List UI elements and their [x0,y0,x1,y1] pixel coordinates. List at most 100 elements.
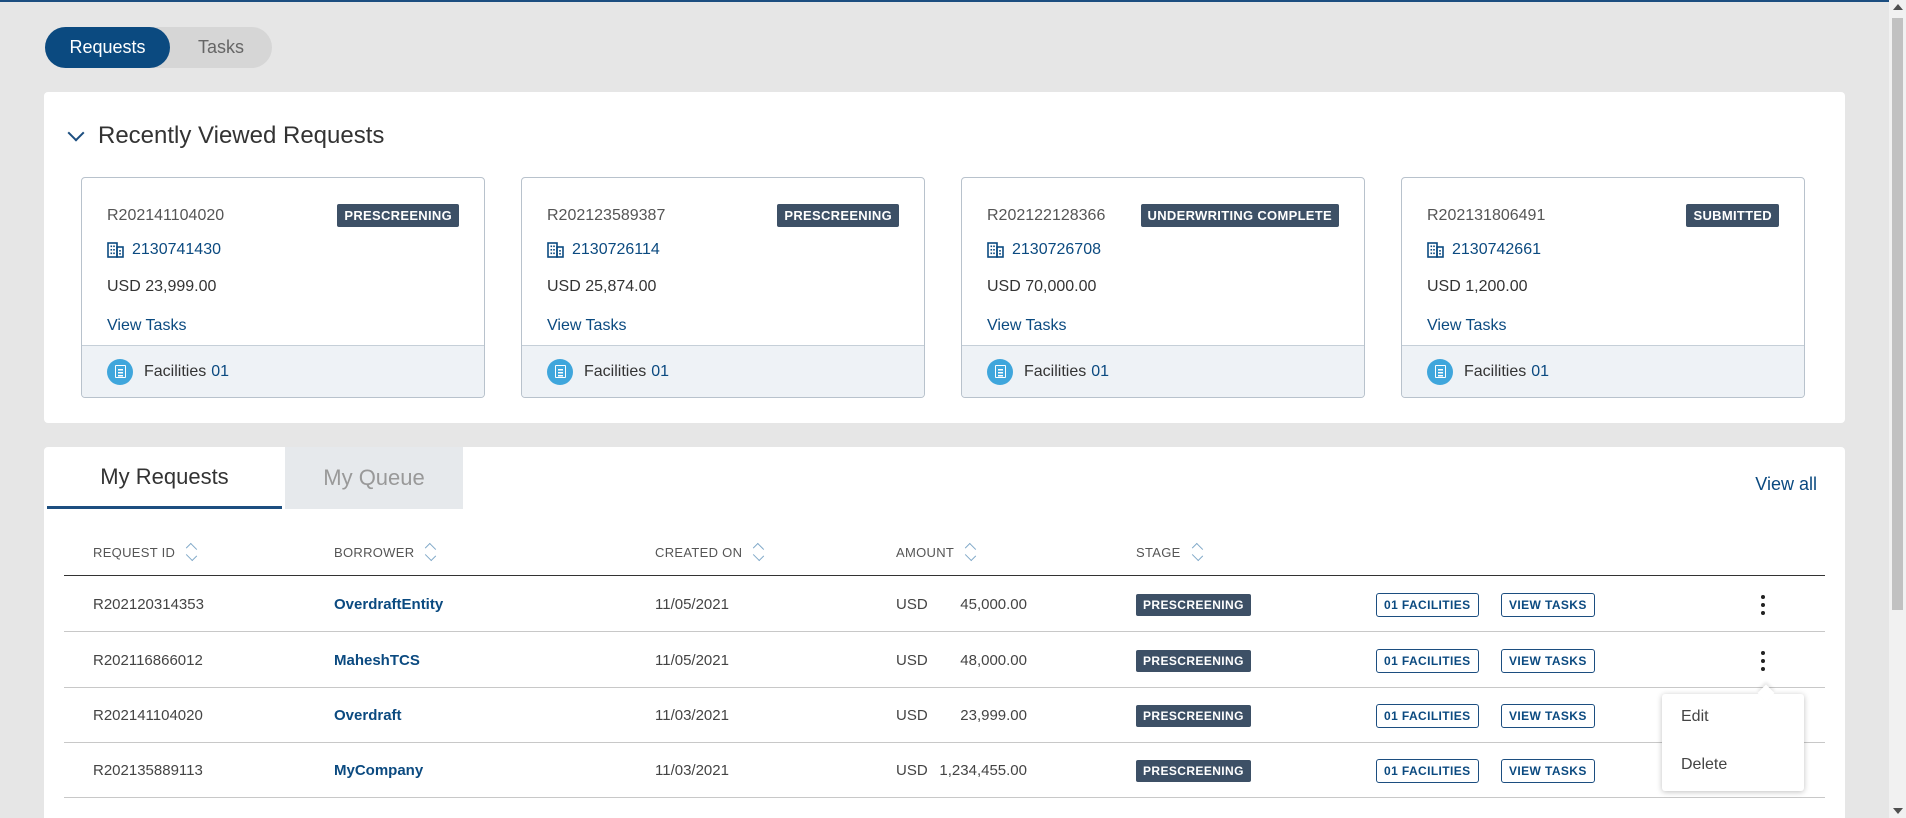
document-icon [1427,358,1453,385]
menu-item-delete[interactable]: Delete [1681,756,1727,774]
building-icon [547,242,564,258]
sort-icon[interactable] [753,542,765,562]
column-header-borrower[interactable]: BORROWER [334,542,437,562]
card-request-id: R202122128366 [987,207,1106,224]
row-amount: 23,999.00 [960,707,1027,724]
card-account-number: 2130726114 [572,241,660,258]
row-stage-badge: PRESCREENING [1136,759,1251,782]
card-facilities-footer[interactable]: Facilities 01 [522,345,924,397]
row-stage-badge: PRESCREENING [1136,704,1251,727]
scroll-up-arrow-icon[interactable] [1893,4,1903,10]
page-scrollbar[interactable] [1889,0,1906,818]
card-request-id: R202141104020 [107,207,225,224]
card-account-number: 2130742661 [1452,241,1541,258]
column-label: STAGE [1136,544,1181,560]
row-view-tasks-button[interactable]: VIEW TASKS [1501,648,1595,673]
facilities-count: 01 [211,362,230,380]
card-stage-badge: SUBMITTED [1686,204,1779,227]
view-all-link[interactable]: View all [1755,474,1817,495]
recent-request-card[interactable]: R202131806491 SUBMITTED 2130742661 USD 1… [1401,177,1805,398]
toggle-requests-button[interactable]: Requests [45,27,170,68]
scroll-down-arrow-icon[interactable] [1893,808,1903,814]
table-row[interactable]: R202116866012 MaheshTCS 11/05/2021 USD 4… [64,633,1825,688]
card-account-link[interactable]: 2130741430 [107,241,221,259]
tab-my-requests[interactable]: My Requests [47,447,282,509]
building-icon [107,242,124,258]
recently-viewed-panel: Recently Viewed Requests R202141104020 P… [44,92,1845,423]
facilities-label: Facilities [1464,362,1527,380]
card-account-number: 2130726708 [1012,241,1101,258]
menu-item-edit[interactable]: Edit [1681,708,1709,726]
row-borrower-link[interactable]: MyCompany [334,743,423,798]
row-request-id: R202141104020 [93,707,203,724]
row-currency: USD [896,652,928,669]
table-row[interactable]: R202141104020 Overdraft 11/03/2021 USD 2… [64,688,1825,743]
card-account-link[interactable]: 2130742661 [1427,241,1541,259]
row-request-id: R202135889113 [93,762,203,779]
row-amount: 48,000.00 [960,652,1027,669]
facilities-count: 01 [651,362,670,380]
sort-icon[interactable] [186,542,198,562]
table-row[interactable]: R202135889113 MyCompany 11/03/2021 USD 1… [64,743,1825,798]
table-header: REQUEST ID BORROWER CREATED ON AMOUNT ST… [64,542,1825,576]
table-row[interactable]: R202120314353 OverdraftEntity 11/05/2021… [64,577,1825,632]
tab-my-queue[interactable]: My Queue [285,447,463,509]
row-created-on: 11/03/2021 [655,707,729,724]
card-stage-badge: PRESCREENING [337,204,459,227]
sort-icon[interactable] [964,542,977,562]
column-header-amount[interactable]: AMOUNT [896,542,977,562]
card-view-tasks-link[interactable]: View Tasks [1427,317,1506,335]
row-facilities-button[interactable]: 01 FACILITIES [1376,592,1479,617]
card-amount: USD 1,200.00 [1427,278,1528,295]
row-stage-badge: PRESCREENING [1136,593,1251,616]
row-facilities-button[interactable]: 01 FACILITIES [1376,758,1479,783]
row-currency: USD [896,707,928,724]
card-account-number: 2130741430 [132,241,221,258]
card-account-link[interactable]: 2130726708 [987,241,1101,259]
row-view-tasks-button[interactable]: VIEW TASKS [1501,703,1595,728]
column-header-created-on[interactable]: CREATED ON [655,542,765,562]
facilities-count: 01 [1531,362,1550,380]
row-view-tasks-button[interactable]: VIEW TASKS [1501,592,1595,617]
row-currency: USD [896,762,928,779]
column-header-request-id[interactable]: REQUEST ID [93,542,198,562]
card-request-id: R202123589387 [547,207,666,224]
column-label: BORROWER [334,544,415,560]
row-amount: 1,234,455.00 [939,762,1027,779]
kebab-menu-icon[interactable] [1753,649,1773,673]
row-facilities-button[interactable]: 01 FACILITIES [1376,703,1479,728]
row-borrower-link[interactable]: MaheshTCS [334,633,420,688]
recent-request-card[interactable]: R202141104020 PRESCREENING 2130741430 US… [81,177,485,398]
sort-icon[interactable] [1191,542,1203,562]
card-amount: USD 23,999.00 [107,278,217,295]
toggle-tasks-button[interactable]: Tasks [170,27,272,68]
view-toggle: Requests Tasks [45,27,272,68]
column-header-stage[interactable]: STAGE [1136,542,1203,562]
card-view-tasks-link[interactable]: View Tasks [547,317,626,335]
facilities-label: Facilities [144,362,207,380]
recently-viewed-header[interactable]: Recently Viewed Requests [66,122,384,150]
card-view-tasks-link[interactable]: View Tasks [107,317,186,335]
card-stage-badge: UNDERWRITING COMPLETE [1140,204,1339,227]
column-label: AMOUNT [896,544,955,560]
kebab-menu-icon[interactable] [1753,593,1773,617]
document-icon [547,358,573,385]
card-facilities-footer[interactable]: Facilities 01 [82,345,484,397]
row-facilities-button[interactable]: 01 FACILITIES [1376,648,1479,673]
row-borrower-link[interactable]: OverdraftEntity [334,577,443,632]
card-account-link[interactable]: 2130726114 [547,241,660,259]
recent-request-card[interactable]: R202123589387 PRESCREENING 2130726114 US… [521,177,925,398]
scroll-thumb[interactable] [1892,18,1903,610]
card-facilities-footer[interactable]: Facilities 01 [1402,345,1804,397]
sort-icon[interactable] [425,542,437,562]
column-label: REQUEST ID [93,544,176,560]
document-icon [107,358,133,385]
recent-request-card[interactable]: R202122128366 UNDERWRITING COMPLETE 2130… [961,177,1365,398]
card-facilities-footer[interactable]: Facilities 01 [962,345,1364,397]
row-view-tasks-button[interactable]: VIEW TASKS [1501,758,1595,783]
row-created-on: 11/03/2021 [655,762,729,779]
chevron-down-icon[interactable] [67,124,85,142]
card-view-tasks-link[interactable]: View Tasks [987,317,1066,335]
facilities-count: 01 [1091,362,1110,380]
row-borrower-link[interactable]: Overdraft [334,688,402,743]
